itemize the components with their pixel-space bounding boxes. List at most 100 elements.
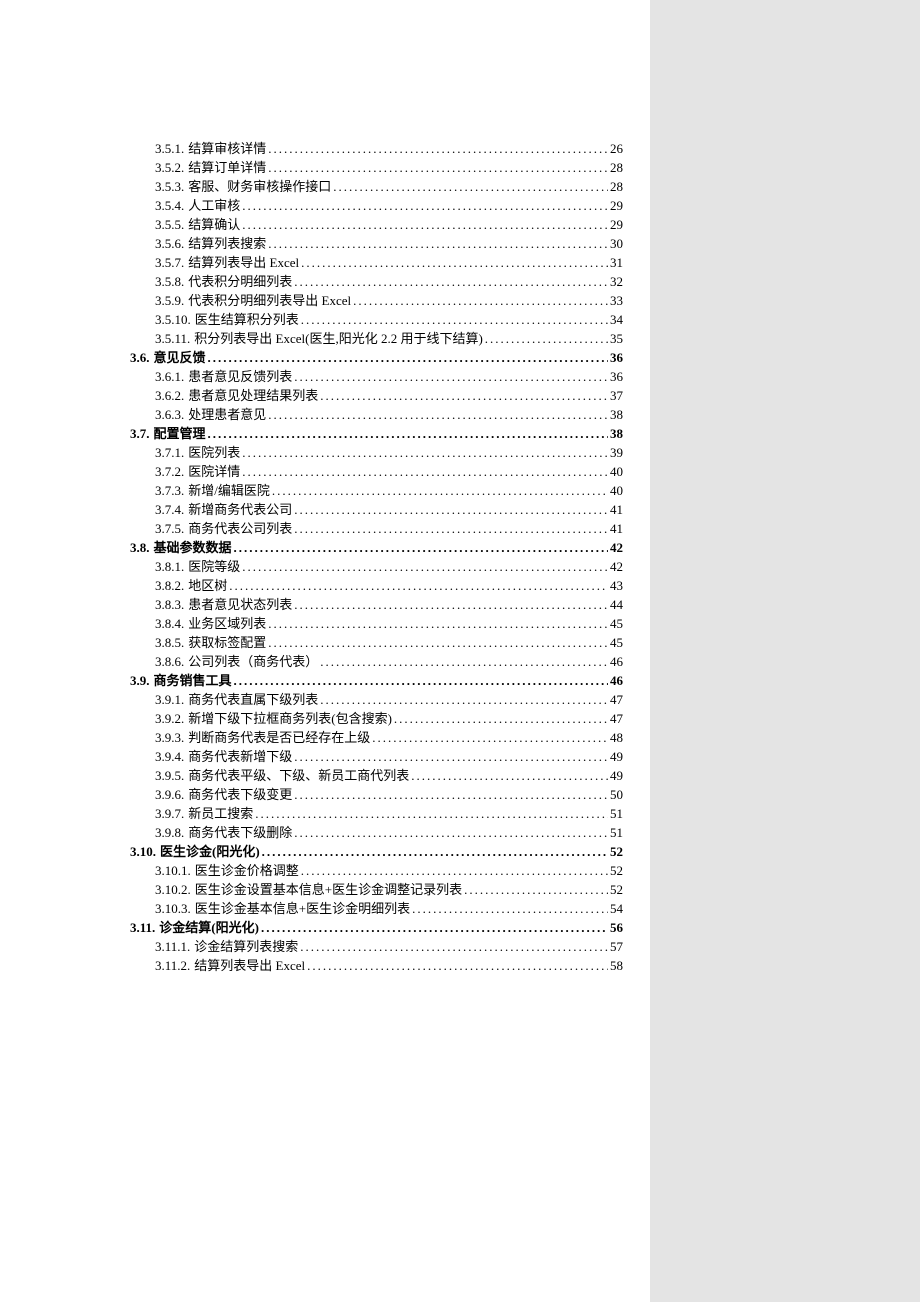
toc-leader-dots: ........................................… xyxy=(353,292,608,310)
toc-page-number: 52 xyxy=(610,862,630,880)
toc-entry[interactable]: 3.5.1.结算审核详情............................… xyxy=(20,140,630,158)
toc-entry[interactable]: 3.7.2.医院详情..............................… xyxy=(20,463,630,481)
toc-entry[interactable]: 3.5.4.人工审核..............................… xyxy=(20,197,630,215)
toc-leader-dots: ........................................… xyxy=(242,197,608,215)
toc-entry[interactable]: 3.10.3.医生诊金基本信息+医生诊金明细列表................… xyxy=(20,900,630,918)
toc-title: 诊金结算(阳光化) xyxy=(159,919,259,937)
toc-entry[interactable]: 3.5.2.结算订单详情............................… xyxy=(20,159,630,177)
toc-entry[interactable]: 3.5.8.代表积分明细列表..........................… xyxy=(20,273,630,291)
toc-number: 3.5.9. xyxy=(155,292,184,310)
table-of-contents: 3.5.1.结算审核详情............................… xyxy=(0,140,650,975)
toc-page-number: 45 xyxy=(610,615,630,633)
toc-entry[interactable]: 3.9.1.商务代表直属下级列表........................… xyxy=(20,691,630,709)
toc-entry[interactable]: 3.11.2.结算列表导出 Excel.....................… xyxy=(20,957,630,975)
toc-entry[interactable]: 3.8.1.医院等级..............................… xyxy=(20,558,630,576)
toc-entry[interactable]: 3.5.3.客服、财务审核操作接口.......................… xyxy=(20,178,630,196)
toc-number: 3.8.3. xyxy=(155,596,184,614)
toc-title: 人工审核 xyxy=(188,197,240,215)
toc-page-number: 54 xyxy=(610,900,630,918)
toc-title: 积分列表导出 Excel(医生,阳光化 2.2 用于线下结算) xyxy=(194,330,483,348)
toc-entry[interactable]: 3.5.10.医生结算积分列表.........................… xyxy=(20,311,630,329)
toc-number: 3.11.2. xyxy=(155,957,190,975)
toc-page-number: 46 xyxy=(610,653,630,671)
toc-entry[interactable]: 3.10.2.医生诊金设置基本信息+医生诊金调整记录列表............… xyxy=(20,881,630,899)
toc-entry[interactable]: 3.9.6.商务代表下级变更..........................… xyxy=(20,786,630,804)
toc-entry[interactable]: 3.5.11.积分列表导出 Excel(医生,阳光化 2.2 用于线下结算)..… xyxy=(20,330,630,348)
toc-entry[interactable]: 3.5.5.结算确认..............................… xyxy=(20,216,630,234)
toc-entry[interactable]: 3.8.5.获取标签配置............................… xyxy=(20,634,630,652)
toc-leader-dots: ........................................… xyxy=(234,539,608,557)
toc-number: 3.8.1. xyxy=(155,558,184,576)
toc-page-number: 31 xyxy=(610,254,630,272)
toc-title: 医院详情 xyxy=(188,463,240,481)
toc-entry[interactable]: 3.5.7.结算列表导出 Excel......................… xyxy=(20,254,630,272)
toc-entry[interactable]: 3.7.3.新增/编辑医院...........................… xyxy=(20,482,630,500)
toc-entry[interactable]: 3.9.2.新增下级下拉框商务列表(包含搜索).................… xyxy=(20,710,630,728)
toc-leader-dots: ........................................… xyxy=(261,919,608,937)
toc-page-number: 32 xyxy=(610,273,630,291)
toc-entry[interactable]: 3.8.基础参数数据..............................… xyxy=(20,539,630,557)
toc-leader-dots: ........................................… xyxy=(294,520,608,538)
toc-entry[interactable]: 3.6.3.处理患者意见............................… xyxy=(20,406,630,424)
toc-page-number: 40 xyxy=(610,463,630,481)
toc-page-number: 36 xyxy=(610,349,630,367)
toc-leader-dots: ........................................… xyxy=(411,767,608,785)
toc-title: 新增/编辑医院 xyxy=(188,482,270,500)
toc-page-number: 47 xyxy=(610,691,630,709)
toc-number: 3.9.6. xyxy=(155,786,184,804)
toc-leader-dots: ........................................… xyxy=(294,596,608,614)
toc-leader-dots: ........................................… xyxy=(394,710,608,728)
toc-title: 判断商务代表是否已经存在上级 xyxy=(188,729,370,747)
toc-title: 商务代表直属下级列表 xyxy=(188,691,318,709)
toc-number: 3.6.2. xyxy=(155,387,184,405)
toc-entry[interactable]: 3.8.2.地区树...............................… xyxy=(20,577,630,595)
toc-number: 3.7.4. xyxy=(155,501,184,519)
toc-leader-dots: ........................................… xyxy=(294,748,608,766)
toc-title: 处理患者意见 xyxy=(188,406,266,424)
toc-number: 3.10.2. xyxy=(155,881,191,899)
toc-leader-dots: ........................................… xyxy=(300,938,608,956)
toc-entry[interactable]: 3.11.1.诊金结算列表搜索.........................… xyxy=(20,938,630,956)
toc-entry[interactable]: 3.10.1.医生诊金价格调整.........................… xyxy=(20,862,630,880)
toc-leader-dots: ........................................… xyxy=(320,653,608,671)
toc-page-number: 28 xyxy=(610,159,630,177)
toc-entry[interactable]: 3.7.4.新增商务代表公司..........................… xyxy=(20,501,630,519)
toc-number: 3.5.6. xyxy=(155,235,184,253)
toc-page-number: 45 xyxy=(610,634,630,652)
toc-entry[interactable]: 3.8.4.业务区域列表............................… xyxy=(20,615,630,633)
toc-title: 医院列表 xyxy=(188,444,240,462)
toc-leader-dots: ........................................… xyxy=(320,387,608,405)
toc-entry[interactable]: 3.9.8.商务代表下级删除..........................… xyxy=(20,824,630,842)
toc-entry[interactable]: 3.5.9.代表积分明细列表导出 Excel..................… xyxy=(20,292,630,310)
toc-entry[interactable]: 3.5.6.结算列表搜索............................… xyxy=(20,235,630,253)
toc-title: 医生结算积分列表 xyxy=(195,311,299,329)
toc-entry[interactable]: 3.8.6.公司列表（商务代表）........................… xyxy=(20,653,630,671)
toc-number: 3.8.2. xyxy=(155,577,184,595)
toc-entry[interactable]: 3.10.医生诊金(阳光化)..........................… xyxy=(20,843,630,861)
toc-leader-dots: ........................................… xyxy=(208,349,608,367)
toc-entry[interactable]: 3.6.意见反馈................................… xyxy=(20,349,630,367)
toc-entry[interactable]: 3.9.5.商务代表平级、下级、新员工商代列表.................… xyxy=(20,767,630,785)
toc-entry[interactable]: 3.9.商务销售工具..............................… xyxy=(20,672,630,690)
toc-entry[interactable]: 3.7.1.医院列表..............................… xyxy=(20,444,630,462)
toc-entry[interactable]: 3.9.3.判断商务代表是否已经存在上级....................… xyxy=(20,729,630,747)
toc-entry[interactable]: 3.6.2.患者意见处理结果列表........................… xyxy=(20,387,630,405)
toc-entry[interactable]: 3.6.1.患者意见反馈列表..........................… xyxy=(20,368,630,386)
toc-number: 3.9.7. xyxy=(155,805,184,823)
toc-leader-dots: ........................................… xyxy=(255,805,608,823)
toc-leader-dots: ........................................… xyxy=(229,577,608,595)
toc-page-number: 57 xyxy=(610,938,630,956)
toc-number: 3.5.7. xyxy=(155,254,184,272)
toc-title: 基础参数数据 xyxy=(154,539,232,557)
toc-entry[interactable]: 3.7.5.商务代表公司列表..........................… xyxy=(20,520,630,538)
toc-entry[interactable]: 3.9.7.新员工搜索.............................… xyxy=(20,805,630,823)
toc-entry[interactable]: 3.11.诊金结算(阳光化)..........................… xyxy=(20,919,630,937)
page-shadow xyxy=(650,0,920,1302)
toc-leader-dots: ........................................… xyxy=(412,900,608,918)
toc-entry[interactable]: 3.9.4.商务代表新增下级..........................… xyxy=(20,748,630,766)
toc-number: 3.9.1. xyxy=(155,691,184,709)
toc-entry[interactable]: 3.7.配置管理................................… xyxy=(20,425,630,443)
toc-entry[interactable]: 3.8.3.患者意见状态列表..........................… xyxy=(20,596,630,614)
toc-title: 结算列表导出 Excel xyxy=(188,254,299,272)
toc-leader-dots: ........................................… xyxy=(268,159,608,177)
